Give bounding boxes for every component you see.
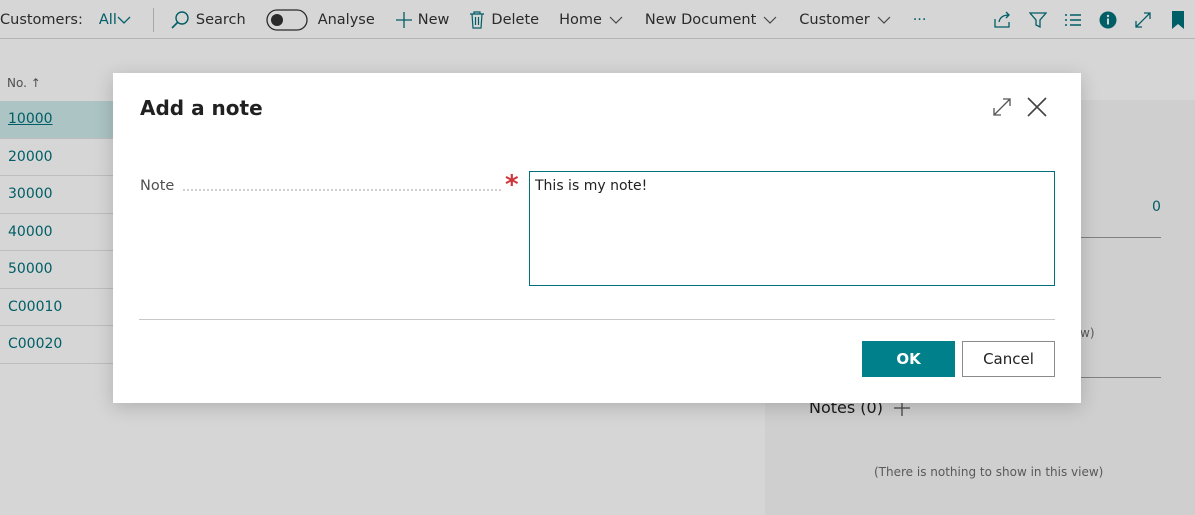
cancel-button[interactable]: Cancel (962, 341, 1055, 377)
expand-icon[interactable] (991, 96, 1013, 118)
note-field-label: Note (140, 178, 177, 194)
add-note-dialog: Add a note Note * This is my note! OK Ca… (113, 73, 1081, 403)
required-indicator: * (505, 170, 519, 200)
field-leader-dots (183, 189, 501, 191)
dialog-title: Add a note (140, 96, 263, 120)
ok-button[interactable]: OK (862, 341, 955, 377)
close-icon[interactable] (1025, 95, 1049, 119)
note-textarea[interactable]: This is my note! (529, 171, 1055, 286)
dialog-divider (139, 319, 1055, 320)
